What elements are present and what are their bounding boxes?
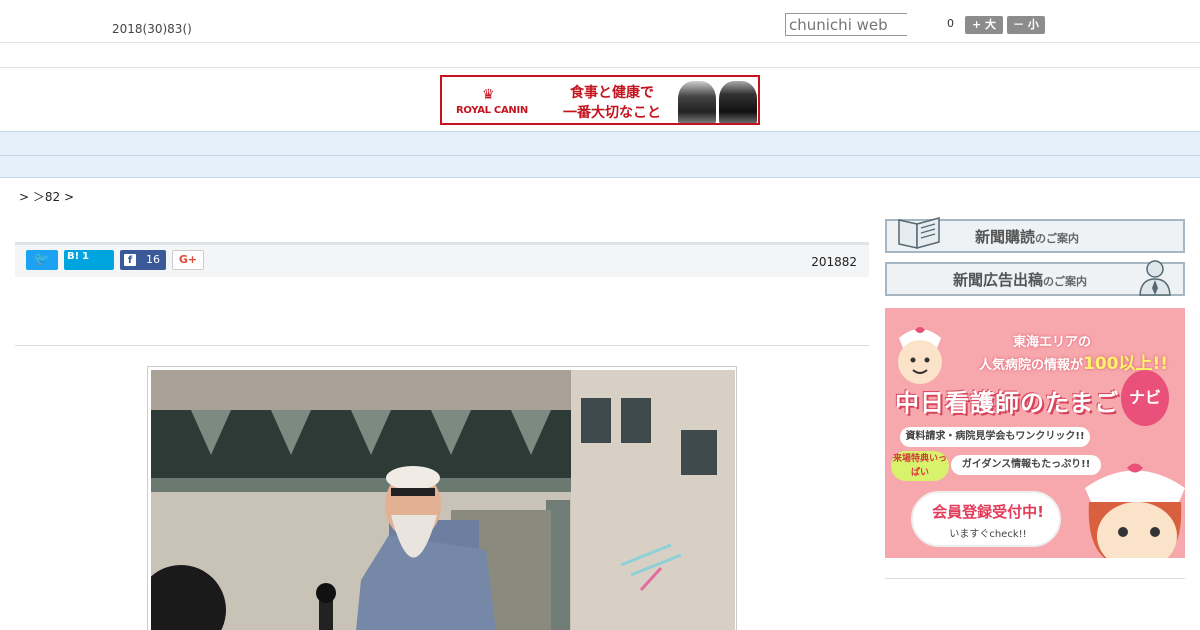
advertise-info-button[interactable]: 新聞広告出稿のご案内 — [885, 260, 1185, 296]
ad-check-text: いますぐcheck!! — [949, 529, 1027, 540]
person-icon — [1139, 260, 1171, 296]
hatena-count: 1 — [82, 251, 89, 262]
font-size-indicator: 0 — [947, 17, 954, 30]
dog-image — [719, 81, 757, 123]
royal-canin-logo: ♛ ROYAL CANIN — [454, 84, 534, 120]
page: 2018(30)83() 0 + 大 － 小 ♛ ROYAL CANIN 食事と… — [0, 0, 1200, 630]
subscribe-suffix: のご案内 — [1035, 232, 1080, 245]
ad-navi-badge: ナビ — [1121, 370, 1169, 426]
brand-name: ROYAL CANIN — [456, 105, 528, 116]
royal-canin-banner-ad[interactable]: ♛ ROYAL CANIN 食事と健康で 一番大切なこと — [440, 75, 760, 125]
facebook-share-button[interactable]: f 16 — [120, 250, 166, 270]
hatena-bookmark-button[interactable]: B! 1 — [64, 250, 114, 270]
top-bar: 2018(30)83() 0 + 大 － 小 — [0, 0, 1200, 43]
share-bar: 🐦 B! 1 f 16 G+ 201882 — [15, 242, 869, 277]
article-photo[interactable] — [147, 366, 737, 630]
main-nav — [0, 131, 1200, 156]
advertise-suffix: のご案内 — [1043, 275, 1088, 288]
dog-image — [678, 81, 716, 123]
twitter-icon: 🐦 — [33, 252, 51, 267]
header-date: 2018(30)83() — [112, 22, 192, 36]
ad-title: 中日看護師のたまご — [895, 389, 1120, 417]
newspaper-icon — [898, 217, 940, 249]
ad-line1: 東海エリアの — [1013, 335, 1092, 350]
ad-tokuten-badge: 来場特典いっぱい — [891, 451, 949, 481]
google-plus-share-button[interactable]: G+ — [172, 250, 204, 270]
twitter-share-button[interactable]: 🐦 — [26, 250, 58, 270]
banner-copy-line2: 一番大切なこと — [563, 105, 661, 121]
festival-performer-photo — [151, 370, 735, 630]
breadcrumb[interactable]: > ＞82 > — [19, 188, 74, 205]
nurse-character-icon — [898, 327, 942, 384]
article-date: 201882 — [811, 255, 857, 269]
sidebar-divider — [885, 578, 1185, 579]
subscribe-label: 新聞購読 — [975, 228, 1036, 246]
crown-icon: ♛ — [482, 87, 495, 103]
search-input[interactable] — [785, 13, 907, 36]
facebook-count: 16 — [146, 253, 160, 266]
ad-register-bubble: 会員登録受付中! いますぐcheck!! — [911, 491, 1061, 547]
ad-register-text: 会員登録受付中! — [932, 503, 1044, 521]
ad-bullet-1: 資料請求・病院見学会もワンクリック!! — [900, 427, 1090, 447]
sub-nav-band — [0, 156, 1200, 178]
nurse-recruit-ad[interactable]: 東海エリアの 人気病院の情報が100以上!! 中日看護師のたまご ナビ 資料請求… — [885, 308, 1185, 558]
header-divider — [0, 67, 1200, 68]
subscribe-info-button[interactable]: 新聞購読のご案内 — [885, 217, 1185, 253]
content-divider — [15, 345, 869, 346]
nurse-character-icon — [1085, 463, 1185, 558]
font-size-up-button[interactable]: + 大 — [965, 16, 1003, 34]
banner-copy-line1: 食事と健康で — [570, 85, 654, 101]
facebook-icon: f — [124, 254, 136, 266]
advertise-label: 新聞広告出稿 — [953, 271, 1044, 289]
ad-line2: 人気病院の情報が — [979, 358, 1084, 373]
hatena-icon: B! — [67, 251, 80, 262]
ad-line2-count: 100以上!! — [1083, 354, 1169, 374]
font-size-down-button[interactable]: － 小 — [1007, 16, 1045, 34]
